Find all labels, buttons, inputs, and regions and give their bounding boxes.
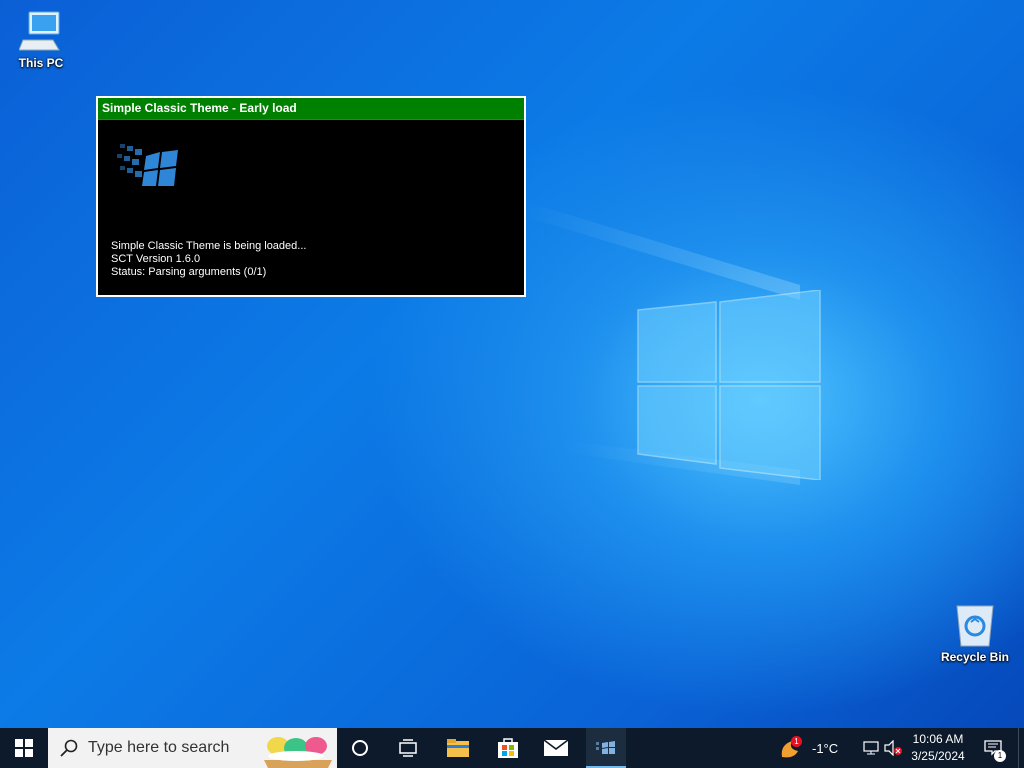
desktop-icon-label: This PC [18,56,64,70]
mail-button[interactable] [536,728,576,768]
status-text: Simple Classic Theme is being loaded... … [111,240,306,279]
mail-icon [544,740,568,756]
recycle-bin-icon [956,605,994,647]
taskbar-clock[interactable]: 10:06 AM 3/25/2024 [906,731,970,765]
search-highlight-icon [264,737,332,768]
notification-count: 1 [994,750,1006,762]
desktop-icon-label: Recycle Bin [940,650,1010,664]
cortana-button[interactable] [340,728,380,768]
search-placeholder: Type here to search [88,739,230,756]
sct-app-icon [596,741,615,754]
cortana-icon [352,740,368,756]
network-icon [863,741,879,755]
desktop-icon-recycle-bin[interactable]: Recycle Bin [938,602,1012,664]
file-explorer-icon [447,739,469,757]
sct-taskbar-button[interactable] [586,728,626,768]
weather-badge: 1 [791,736,802,747]
weather-widget[interactable]: 1 -1°C [776,728,852,768]
window-title: Simple Classic Theme - Early load [98,98,524,120]
store-icon [498,738,518,758]
show-desktop-button[interactable] [1018,728,1024,768]
taskbar-search-box[interactable]: Type here to search [48,728,337,768]
microsoft-store-button[interactable] [488,728,528,768]
version-line: SCT Version 1.6.0 [111,253,201,265]
search-icon [60,739,78,757]
action-center-button[interactable]: 1 [978,728,1008,768]
status-line: Simple Classic Theme is being loaded... [111,240,307,252]
sct-early-load-window[interactable]: Simple Classic Theme - Early load Simple… [96,96,526,297]
status-line: Status: Parsing arguments (0/1) [111,266,267,278]
task-view-icon [399,739,417,757]
task-view-button[interactable] [388,728,428,768]
start-button[interactable] [0,728,48,768]
clock-date: 3/25/2024 [911,749,965,763]
clock-time: 10:06 AM [912,732,964,746]
windows-flag-icon [117,144,178,186]
network-button[interactable] [860,728,882,768]
volume-muted-icon [884,740,902,756]
desktop: This PC Recycle Bin Simple Classic Theme… [0,0,1024,728]
windows-wallpaper-logo [637,290,821,480]
desktop-icon-this-pc[interactable]: This PC [4,10,78,70]
taskbar: Type here to search 1 -1°C 10:06 AM 3/25… [0,728,1024,768]
file-explorer-button[interactable] [438,728,478,768]
volume-button[interactable] [882,728,904,768]
weather-temperature: -1°C [812,740,839,756]
start-icon [15,739,33,757]
computer-icon [19,11,60,51]
